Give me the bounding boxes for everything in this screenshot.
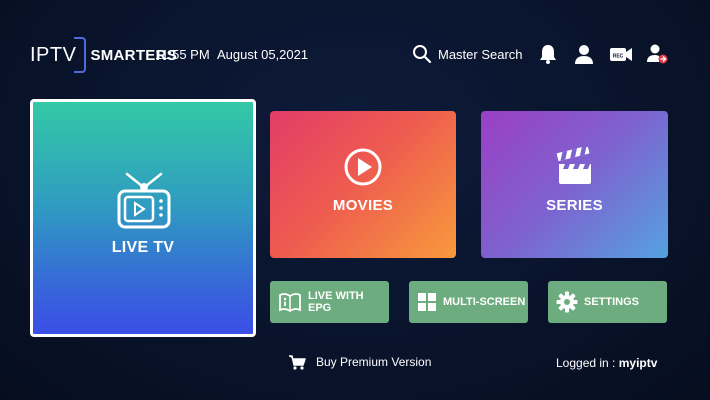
multi-screen-label: MULTI-SCREEN: [443, 296, 526, 308]
settings-button[interactable]: SETTINGS: [548, 281, 667, 323]
clapperboard-icon: [556, 147, 591, 184]
live-with-epg-line2: EPG: [308, 302, 332, 314]
live-tv-label: LIVE TV: [111, 239, 175, 256]
logged-in-username: myiptv: [618, 356, 658, 370]
series-tile[interactable]: SERIES: [481, 111, 668, 258]
user-icon[interactable]: [573, 43, 595, 65]
master-search-button[interactable]: Master Search: [412, 44, 523, 64]
switch-user-icon[interactable]: [646, 43, 668, 65]
clock-time: 11:55 PM: [155, 47, 210, 62]
book-info-icon: [279, 293, 301, 312]
current-date: August 05,2021: [217, 47, 309, 62]
master-search-label: Master Search: [438, 46, 523, 62]
search-icon: [413, 45, 432, 64]
play-circle-icon: [344, 148, 382, 186]
multi-screen-button[interactable]: MULTI-SCREEN: [409, 281, 528, 323]
gear-icon: [556, 291, 578, 313]
live-with-epg-line1: LIVE WITH: [308, 290, 364, 302]
movies-label: MOVIES: [332, 197, 394, 214]
cart-icon: [289, 355, 306, 370]
logged-in-label: Logged in :: [556, 356, 616, 370]
live-tv-tile[interactable]: LIVE TV: [30, 99, 256, 337]
svg-text:REC: REC: [613, 54, 624, 60]
logged-in-status: Logged in : myiptv: [556, 356, 657, 370]
grid-icon: [418, 293, 436, 311]
tv-icon: [117, 172, 171, 229]
movies-tile[interactable]: MOVIES: [270, 111, 456, 258]
buy-premium-label: Buy Premium Version: [316, 355, 432, 369]
settings-label: SETTINGS: [584, 296, 640, 308]
logo-bracket: [74, 37, 87, 73]
logo-iptv-text: IPTV: [30, 43, 77, 66]
live-with-epg-label: LIVE WITH EPG: [308, 290, 364, 314]
buy-premium-button[interactable]: Buy Premium Version: [288, 354, 431, 370]
bell-icon[interactable]: [537, 43, 559, 65]
live-with-epg-button[interactable]: LIVE WITH EPG: [270, 281, 389, 323]
record-icon[interactable]: REC: [609, 43, 633, 65]
series-label: SERIES: [546, 197, 603, 214]
